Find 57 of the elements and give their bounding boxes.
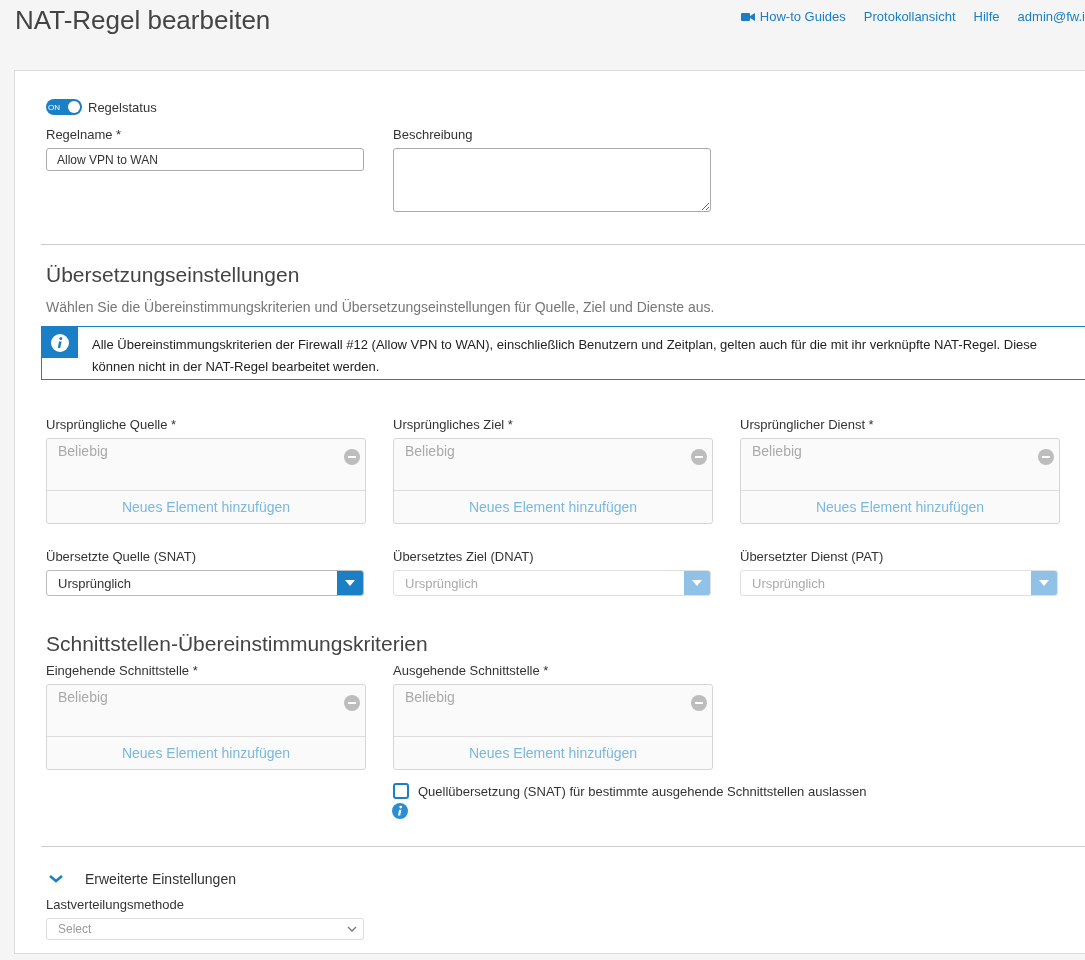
guides-link[interactable]: How-to Guides [740, 9, 846, 24]
add-item-link[interactable]: Neues Element hinzufügen [468, 745, 638, 761]
list-field[interactable]: Beliebig Neues Element hinzufügen [46, 438, 366, 524]
caret-icon [345, 580, 355, 586]
placeholder-text: Beliebig [58, 689, 108, 705]
header-link[interactable]: Protokollansicht [863, 9, 956, 24]
field-label: Übersetzter Dienst (PAT) [740, 549, 885, 564]
field-label: Ursprüngliche Quelle * [46, 417, 178, 432]
header-link[interactable]: admin@fw.i [1017, 9, 1085, 24]
dropdown[interactable]: Ursprünglich [46, 570, 364, 596]
info-icon[interactable] [392, 803, 408, 819]
video-camera-icon [740, 11, 755, 22]
field-label: Regelname * [46, 127, 123, 142]
field-label: Übersetzte Quelle (SNAT) [46, 549, 198, 564]
dropdown[interactable]: Select [46, 918, 364, 940]
checkbox[interactable] [393, 783, 409, 799]
remove-icon[interactable] [691, 695, 707, 711]
section-toggle-label[interactable]: Erweiterte Einstellungen [85, 871, 236, 887]
field-label: Lastverteilungsmethode [46, 897, 186, 912]
description-field[interactable] [393, 148, 711, 212]
field-label: Beschreibung [393, 127, 474, 142]
chevron-down-icon [347, 926, 357, 932]
add-item-link[interactable]: Neues Element hinzufügen [815, 499, 985, 515]
list-field[interactable]: Beliebig Neues Element hinzufügen [740, 438, 1060, 524]
list-field[interactable]: Beliebig Neues Element hinzufügen [393, 438, 713, 524]
caret-icon [692, 580, 702, 586]
field-label: Ursprüngliches Ziel * [393, 417, 514, 432]
header-link[interactable]: Hilfe [973, 9, 1000, 24]
info-text: Alle Übereinstimmungskriterien der Firewall #12 (Allow VPN to WAN), einschließlich Benutzern und Zeitplan, gelten auch für die mit ihr verknüpfte NAT-Regel. Diese können nicht in der NAT-Regel bearbeitet werden. [92, 336, 1039, 376]
remove-icon[interactable] [344, 695, 360, 711]
caret-icon [1039, 580, 1049, 586]
field-label: Ausgehende Schnittstelle * [393, 663, 550, 678]
remove-icon[interactable] [1038, 449, 1054, 465]
rule-name-field[interactable]: Allow VPN to WAN [46, 148, 364, 171]
remove-icon[interactable] [344, 449, 360, 465]
section-heading: Schnittstellen-Übereinstimmungskriterien [46, 632, 429, 656]
add-item-link[interactable]: Neues Element hinzufügen [468, 499, 638, 515]
field-label: Ursprünglicher Dienst * [740, 417, 875, 432]
field-label: Eingehende Schnittstelle * [46, 663, 199, 678]
checkbox-label: Quellübersetzung (SNAT) für bestimmte ausgehende Schnittstellen auslassen [418, 783, 867, 799]
placeholder-text: Beliebig [58, 443, 108, 459]
placeholder-text: Beliebig [405, 443, 455, 459]
field-label: Übersetztes Ziel (DNAT) [393, 549, 535, 564]
list-field[interactable]: Beliebig Neues Element hinzufügen [393, 684, 713, 770]
chevron-icon[interactable] [49, 875, 63, 883]
placeholder-text: Beliebig [752, 443, 802, 459]
section-heading: Übersetzungseinstellungen [46, 263, 301, 287]
add-item-link[interactable]: Neues Element hinzufügen [121, 745, 291, 761]
remove-icon[interactable] [691, 449, 707, 465]
list-field[interactable]: Beliebig Neues Element hinzufügen [46, 684, 366, 770]
add-item-link[interactable]: Neues Element hinzufügen [121, 499, 291, 515]
toggle-switch[interactable]: ON [46, 99, 82, 115]
section-description: Wählen Sie die Übereinstimmungskriterien und Übersetzungseinstellungen für Quelle, Ziel und Dienste aus. [46, 299, 716, 315]
page-title: NAT-Regel bearbeiten [15, 5, 271, 36]
toggle-label: Regelstatus [88, 99, 157, 115]
info-icon [51, 333, 69, 352]
placeholder-text: Beliebig [405, 689, 455, 705]
